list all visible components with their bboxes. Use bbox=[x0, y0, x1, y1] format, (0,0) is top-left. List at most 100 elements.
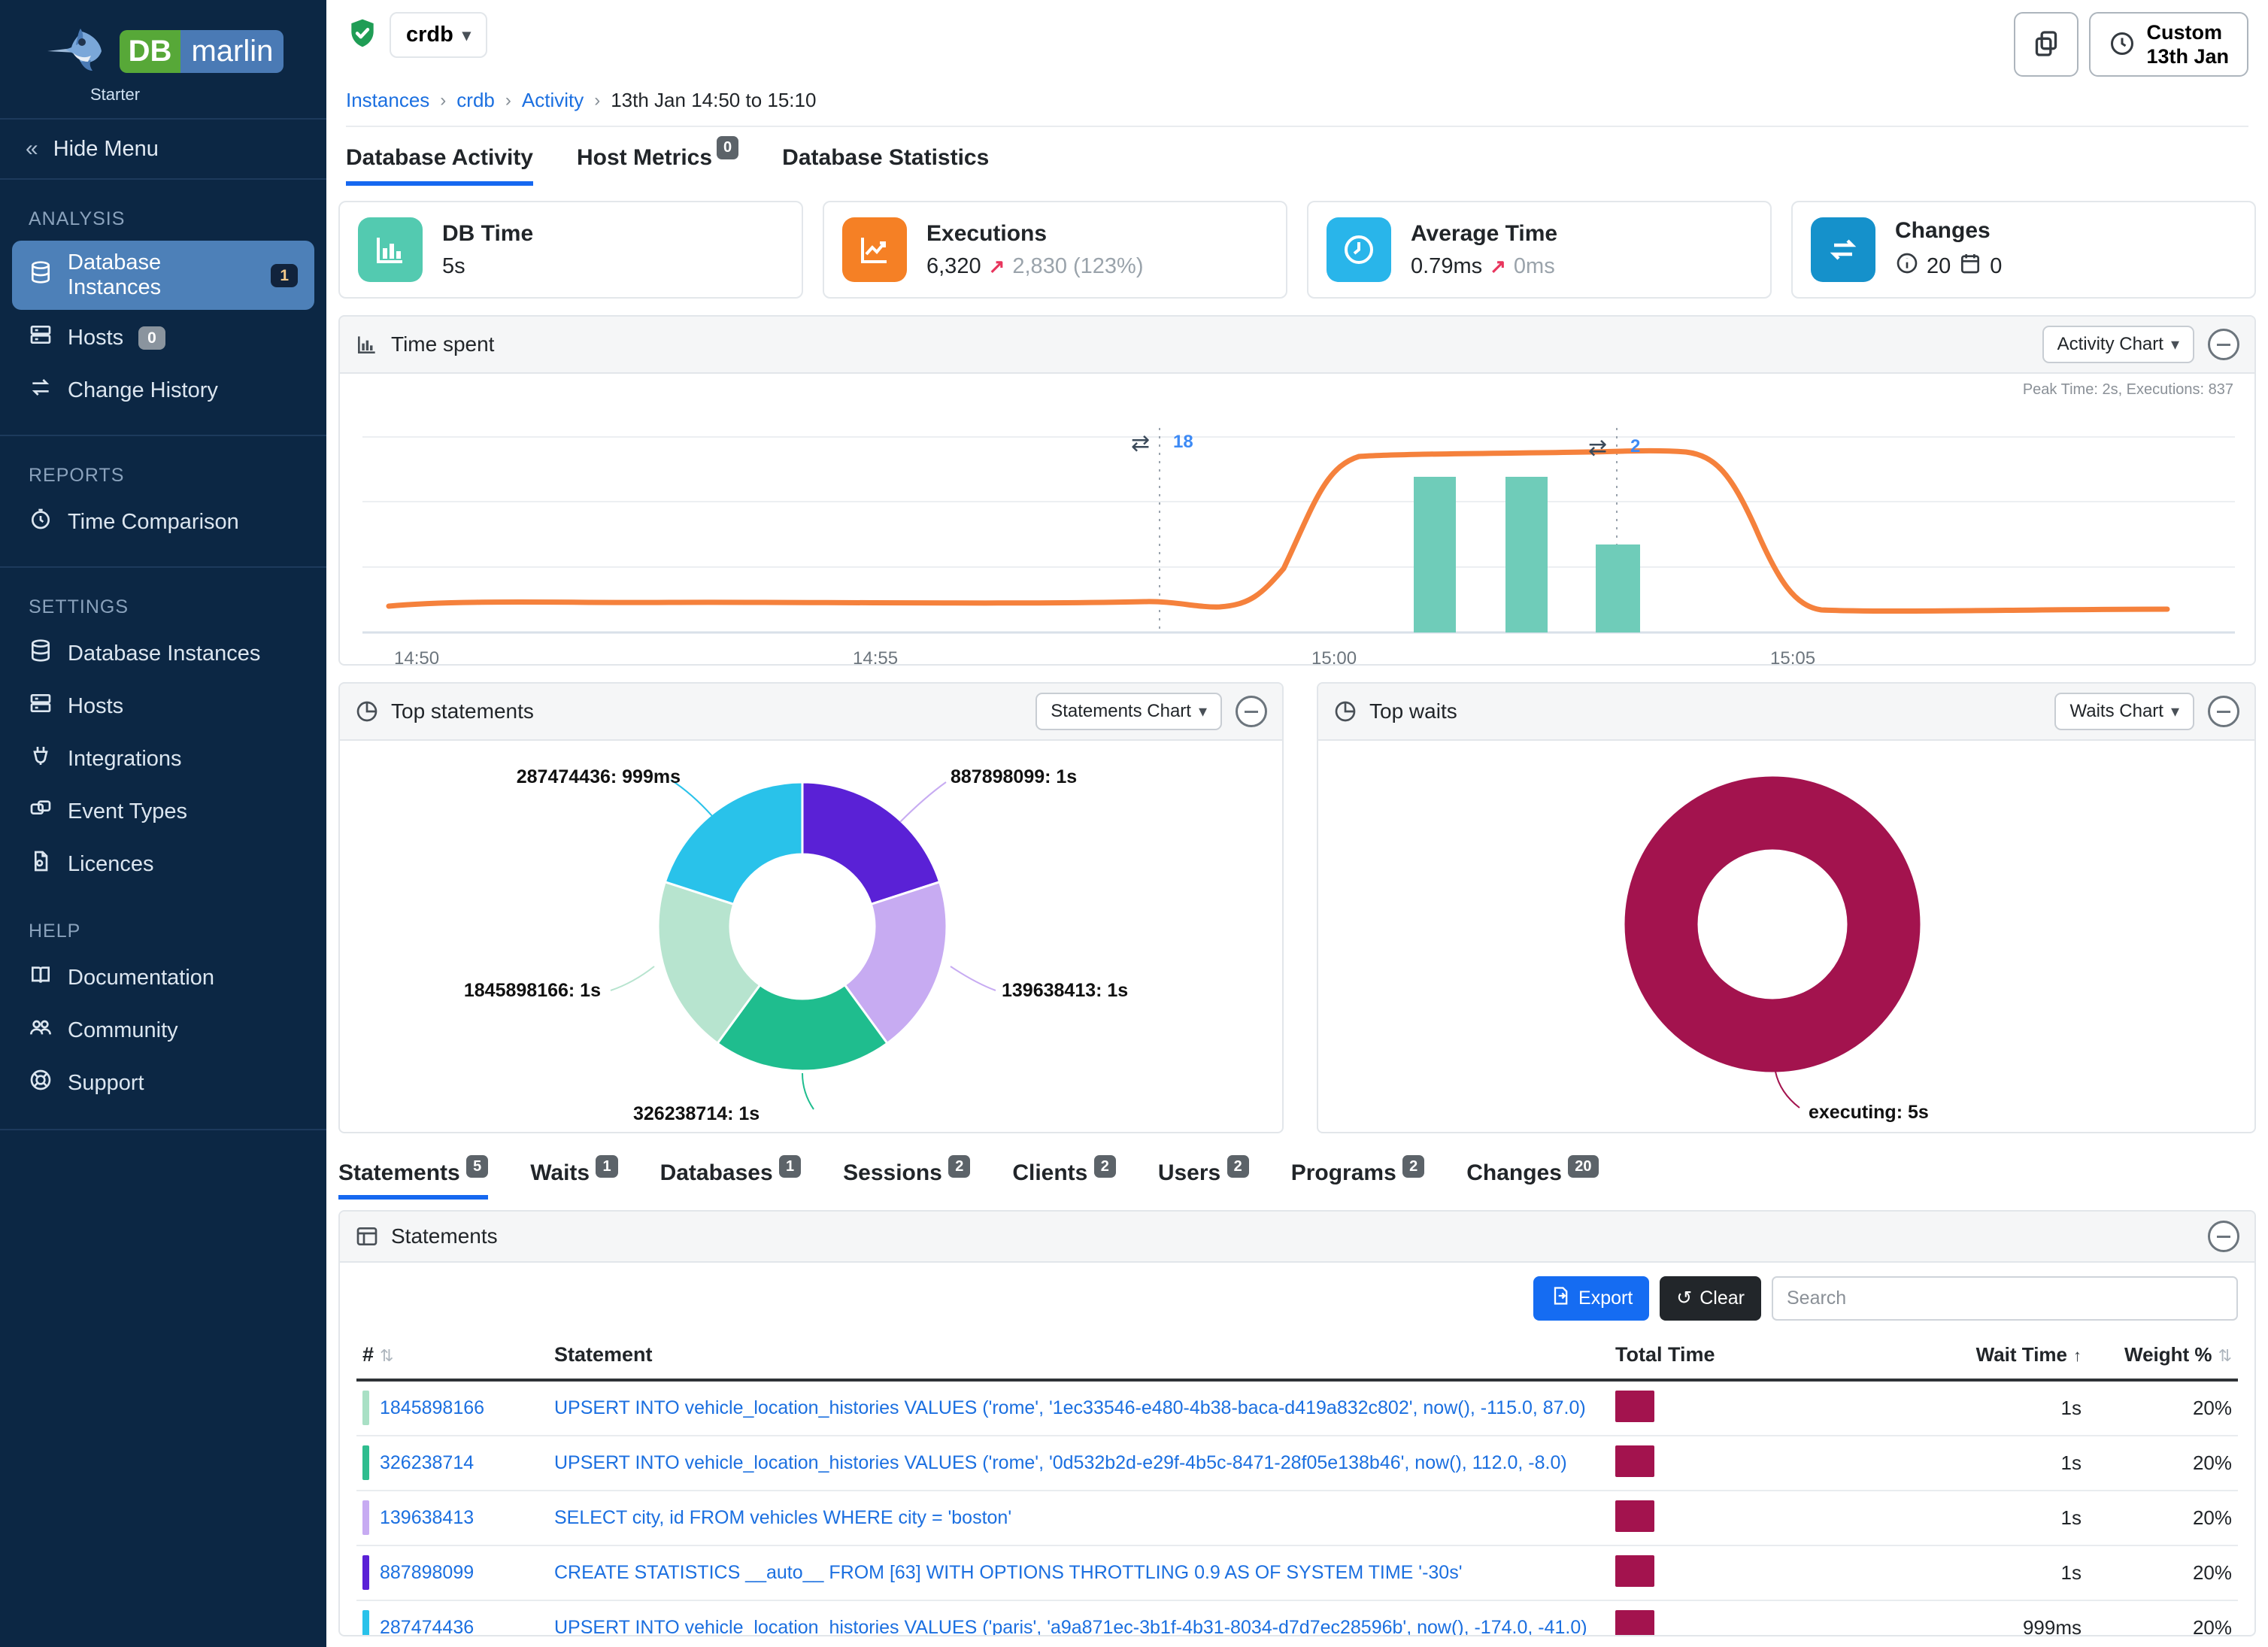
statements-panel: Statements Export ↺ Clear #⇅ bbox=[338, 1210, 2256, 1636]
donut-slice-287474436[interactable] bbox=[665, 782, 802, 904]
breadcrumb-crdb[interactable]: crdb bbox=[456, 89, 495, 112]
plan-tier-label: Starter bbox=[0, 85, 326, 105]
tab-sessions[interactable]: Sessions 2 bbox=[843, 1160, 970, 1200]
column-header-id[interactable]: #⇅ bbox=[362, 1343, 554, 1366]
tab-badge: 1 bbox=[596, 1155, 617, 1178]
column-header-total-time[interactable]: Total Time bbox=[1615, 1343, 1863, 1366]
breadcrumb-time-range: 13th Jan 14:50 to 15:10 bbox=[611, 89, 816, 112]
tab-database-activity[interactable]: Database Activity bbox=[346, 145, 533, 186]
waits-chart-selector[interactable]: Waits Chart ▾ bbox=[2054, 693, 2194, 730]
statement-text-link[interactable]: CREATE STATISTICS __auto__ FROM [63] WIT… bbox=[554, 1562, 1615, 1584]
tab-clients[interactable]: Clients 2 bbox=[1012, 1160, 1116, 1200]
kpi-delta: 2,830 (123%) bbox=[1012, 254, 1143, 279]
tab-statements[interactable]: Statements 5 bbox=[338, 1160, 488, 1200]
top-waits-panel: Top waits Waits Chart ▾ executing: bbox=[1317, 682, 2256, 1133]
change-annotation-count[interactable]: 18 bbox=[1173, 432, 1193, 452]
sidebar-item-licences[interactable]: Licences bbox=[12, 839, 314, 889]
activity-chart-svg[interactable]: ⇄ 18 ⇄ 2 14:50 14:55 15:00 15:05 bbox=[347, 384, 2250, 666]
export-button[interactable]: Export bbox=[1533, 1276, 1649, 1321]
tab-waits[interactable]: Waits 1 bbox=[530, 1160, 617, 1200]
statement-text-link[interactable]: SELECT city, id FROM vehicles WHERE city… bbox=[554, 1507, 1615, 1529]
tab-changes[interactable]: Changes 20 bbox=[1466, 1160, 1598, 1200]
copy-link-button[interactable] bbox=[2014, 12, 2078, 77]
tab-label: Clients bbox=[1012, 1160, 1087, 1185]
tab-label: Host Metrics bbox=[577, 145, 712, 171]
table-row[interactable]: 1845898166 UPSERT INTO vehicle_location_… bbox=[356, 1382, 2238, 1436]
sidebar-item-settings-hosts[interactable]: Hosts bbox=[12, 681, 314, 731]
change-annotation-count[interactable]: 2 bbox=[1630, 436, 1640, 456]
statement-id-link[interactable]: 287474436 bbox=[380, 1617, 474, 1636]
panel-title: Top statements bbox=[391, 699, 534, 723]
trend-up-icon: ↗ bbox=[1490, 255, 1506, 278]
page-tabs: Database Activity Host Metrics 0 Databas… bbox=[326, 127, 2268, 186]
sidebar-item-support[interactable]: Support bbox=[12, 1058, 314, 1108]
donut-slice-executing[interactable] bbox=[1661, 813, 1884, 1036]
section-header: REPORTS bbox=[0, 456, 326, 494]
tab-programs[interactable]: Programs 2 bbox=[1291, 1160, 1425, 1200]
clear-button[interactable]: ↺ Clear bbox=[1660, 1276, 1761, 1321]
sidebar-item-community[interactable]: Community bbox=[12, 1005, 314, 1055]
main-content: crdb ▾ Custom 13th Jan bbox=[326, 0, 2268, 1647]
clear-label: Clear bbox=[1699, 1288, 1745, 1309]
sort-icon: ⇅ bbox=[2218, 1346, 2232, 1365]
tab-label: Changes bbox=[1466, 1160, 1562, 1185]
statement-text-link[interactable]: UPSERT INTO vehicle_location_histories V… bbox=[554, 1617, 1615, 1636]
executions-bar[interactable] bbox=[1596, 544, 1640, 632]
server-icon bbox=[29, 323, 53, 353]
statement-text-link[interactable]: UPSERT INTO vehicle_location_histories V… bbox=[554, 1397, 1615, 1419]
sidebar-item-hosts[interactable]: Hosts 0 bbox=[12, 313, 314, 362]
collapse-panel-icon[interactable] bbox=[2208, 696, 2239, 727]
table-row[interactable]: 326238714 UPSERT INTO vehicle_location_h… bbox=[356, 1436, 2238, 1491]
tab-host-metrics[interactable]: Host Metrics 0 bbox=[577, 145, 738, 186]
column-header-weight[interactable]: Weight %⇅ bbox=[2082, 1343, 2232, 1366]
kpi-executions: Executions 6,320 ↗ 2,830 (123%) bbox=[823, 201, 1287, 299]
top-waits-header: Top waits Waits Chart ▾ bbox=[1318, 684, 2254, 741]
tab-database-statistics[interactable]: Database Statistics bbox=[782, 145, 989, 186]
statement-id-link[interactable]: 326238714 bbox=[380, 1452, 474, 1474]
statement-id-link[interactable]: 887898099 bbox=[380, 1562, 474, 1584]
statement-id-link[interactable]: 1845898166 bbox=[380, 1397, 484, 1419]
executions-bar[interactable] bbox=[1414, 477, 1456, 632]
tab-badge: 2 bbox=[1094, 1155, 1116, 1178]
tab-databases[interactable]: Databases 1 bbox=[660, 1160, 802, 1200]
statement-text-link[interactable]: UPSERT INTO vehicle_location_histories V… bbox=[554, 1452, 1615, 1474]
statements-chart-selector[interactable]: Statements Chart ▾ bbox=[1035, 693, 1222, 730]
breadcrumb-activity[interactable]: Activity bbox=[522, 89, 584, 112]
breadcrumb: Instances › crdb › Activity › 13th Jan 1… bbox=[346, 77, 2248, 126]
breadcrumb-instances[interactable]: Instances bbox=[346, 89, 429, 112]
sidebar-item-event-types[interactable]: Event Types bbox=[12, 787, 314, 836]
collapse-panel-icon[interactable] bbox=[2208, 1221, 2239, 1252]
collapse-panel-icon[interactable] bbox=[2208, 329, 2239, 360]
top-statements-chart: 287474436: 999ms 887898099: 1s 184589816… bbox=[340, 741, 1282, 1133]
table-row[interactable]: 139638413 SELECT city, id FROM vehicles … bbox=[356, 1491, 2238, 1546]
sidebar-item-documentation[interactable]: Documentation bbox=[12, 953, 314, 1002]
search-input[interactable] bbox=[1772, 1276, 2238, 1321]
sidebar-item-integrations[interactable]: Integrations bbox=[12, 734, 314, 784]
swap-arrows-icon bbox=[29, 375, 53, 405]
statements-donut-svg[interactable] bbox=[340, 741, 1283, 1133]
wait-time-value: 999ms bbox=[1863, 1616, 2082, 1636]
section-header: SETTINGS bbox=[0, 587, 326, 626]
sidebar-item-time-comparison[interactable]: Time Comparison bbox=[12, 497, 314, 547]
statement-color-bar bbox=[362, 1610, 369, 1636]
hide-menu-button[interactable]: « Hide Menu bbox=[0, 118, 326, 180]
instance-selector-button[interactable]: crdb ▾ bbox=[390, 12, 487, 58]
sidebar-item-change-history[interactable]: Change History bbox=[12, 365, 314, 415]
donut-label-1845898166: 1845898166: 1s bbox=[464, 980, 601, 1002]
waits-donut-svg[interactable] bbox=[1318, 741, 2255, 1133]
time-range-button[interactable]: Custom 13th Jan bbox=[2089, 12, 2248, 77]
column-header-wait-time[interactable]: Wait Time↑ bbox=[1863, 1343, 2082, 1366]
sidebar-item-database-instances[interactable]: Database Instances 1 bbox=[12, 241, 314, 310]
panel-title: Statements bbox=[391, 1224, 498, 1248]
table-row[interactable]: 887898099 CREATE STATISTICS __auto__ FRO… bbox=[356, 1546, 2238, 1601]
table-row[interactable]: 287474436 UPSERT INTO vehicle_location_h… bbox=[356, 1601, 2238, 1636]
collapse-panel-icon[interactable] bbox=[1236, 696, 1267, 727]
activity-chart-selector[interactable]: Activity Chart ▾ bbox=[2042, 326, 2194, 363]
donut-slice-887898099[interactable] bbox=[802, 782, 940, 904]
sidebar-item-settings-database-instances[interactable]: Database Instances bbox=[12, 629, 314, 678]
column-header-statement[interactable]: Statement bbox=[554, 1343, 1615, 1366]
executions-bar[interactable] bbox=[1505, 477, 1548, 632]
statement-id-link[interactable]: 139638413 bbox=[380, 1507, 474, 1529]
tab-users[interactable]: Users 2 bbox=[1158, 1160, 1249, 1200]
sidebar-item-label: Hosts bbox=[68, 694, 123, 719]
